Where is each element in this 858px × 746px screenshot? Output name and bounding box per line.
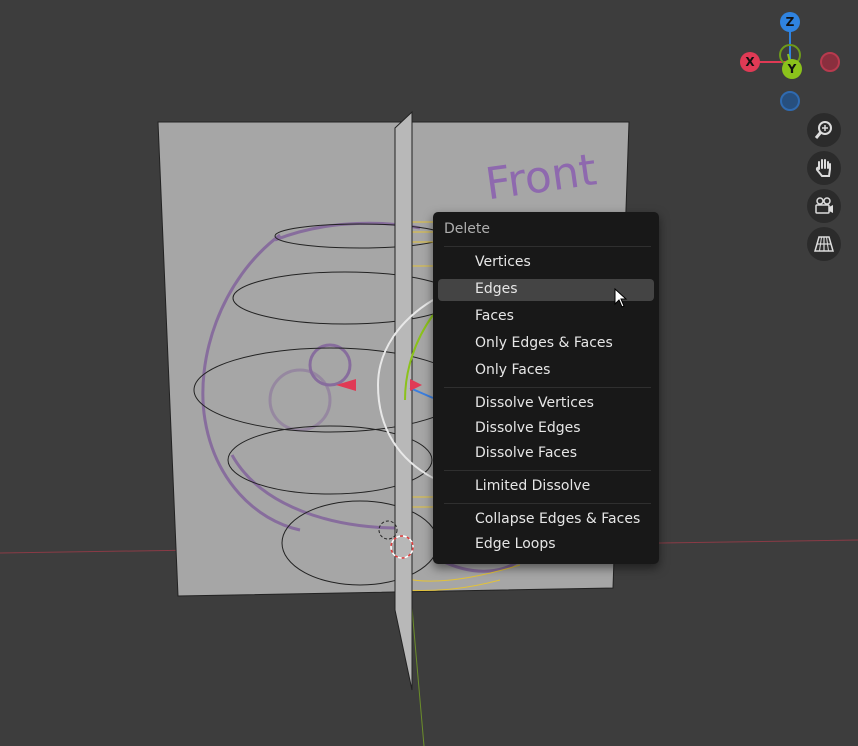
mouse-pointer-icon	[614, 288, 628, 308]
perspective-grid-icon	[814, 236, 834, 252]
menu-item-collapse-edges-faces[interactable]: Collapse Edges & Faces	[438, 509, 654, 531]
menu-item-label: Limited Dissolve	[475, 478, 591, 494]
hand-pan-icon	[815, 159, 831, 177]
menu-item-limited-dissolve[interactable]: Limited Dissolve	[438, 476, 654, 498]
zoom-button[interactable]	[807, 113, 841, 147]
gizmo-x-ball[interactable]: X	[740, 52, 760, 72]
menu-item-label: Collapse Edges & Faces	[475, 511, 641, 527]
menu-divider	[444, 470, 651, 471]
menu-divider	[444, 503, 651, 504]
menu-item-label: Dissolve Vertices	[475, 395, 594, 411]
menu-divider	[444, 246, 651, 247]
menu-item-dissolve-edges[interactable]: Dissolve Edges	[438, 418, 654, 440]
delete-menu: Delete Vertices Edges Faces Only Edges &…	[433, 212, 659, 564]
menu-item-label: Edge Loops	[475, 536, 556, 552]
menu-item-label: Only Edges & Faces	[475, 335, 613, 351]
camera-view-button[interactable]	[807, 189, 841, 223]
side-reference-plane[interactable]	[394, 110, 413, 691]
menu-item-label: Edges	[475, 281, 518, 297]
menu-item-only-faces[interactable]: Only Faces	[438, 360, 654, 382]
pan-button[interactable]	[807, 151, 841, 185]
menu-title: Delete	[444, 221, 490, 237]
menu-divider	[444, 387, 651, 388]
menu-item-dissolve-faces[interactable]: Dissolve Faces	[438, 443, 654, 465]
menu-item-label: Faces	[475, 308, 514, 324]
menu-item-label: Only Faces	[475, 362, 551, 378]
gizmo-neg-x-ball[interactable]	[820, 52, 840, 72]
gizmo-y-ball[interactable]: Y	[782, 59, 802, 79]
menu-item-edge-loops[interactable]: Edge Loops	[438, 534, 654, 556]
3d-viewport[interactable]: Front	[0, 0, 858, 746]
perspective-toggle-button[interactable]	[807, 227, 841, 261]
menu-item-vertices[interactable]: Vertices	[438, 252, 654, 274]
zoom-icon	[814, 121, 832, 139]
menu-item-faces[interactable]: Faces	[438, 306, 654, 328]
menu-item-only-edges-faces[interactable]: Only Edges & Faces	[438, 333, 654, 355]
camera-icon	[815, 197, 833, 214]
gizmo-z-ball[interactable]: Z	[780, 12, 800, 32]
gizmo-neg-z-ball[interactable]	[780, 91, 800, 111]
menu-item-label: Vertices	[475, 254, 531, 270]
menu-item-label: Dissolve Faces	[475, 445, 578, 461]
menu-item-label: Dissolve Edges	[475, 420, 581, 436]
menu-item-dissolve-vertices[interactable]: Dissolve Vertices	[438, 393, 654, 415]
